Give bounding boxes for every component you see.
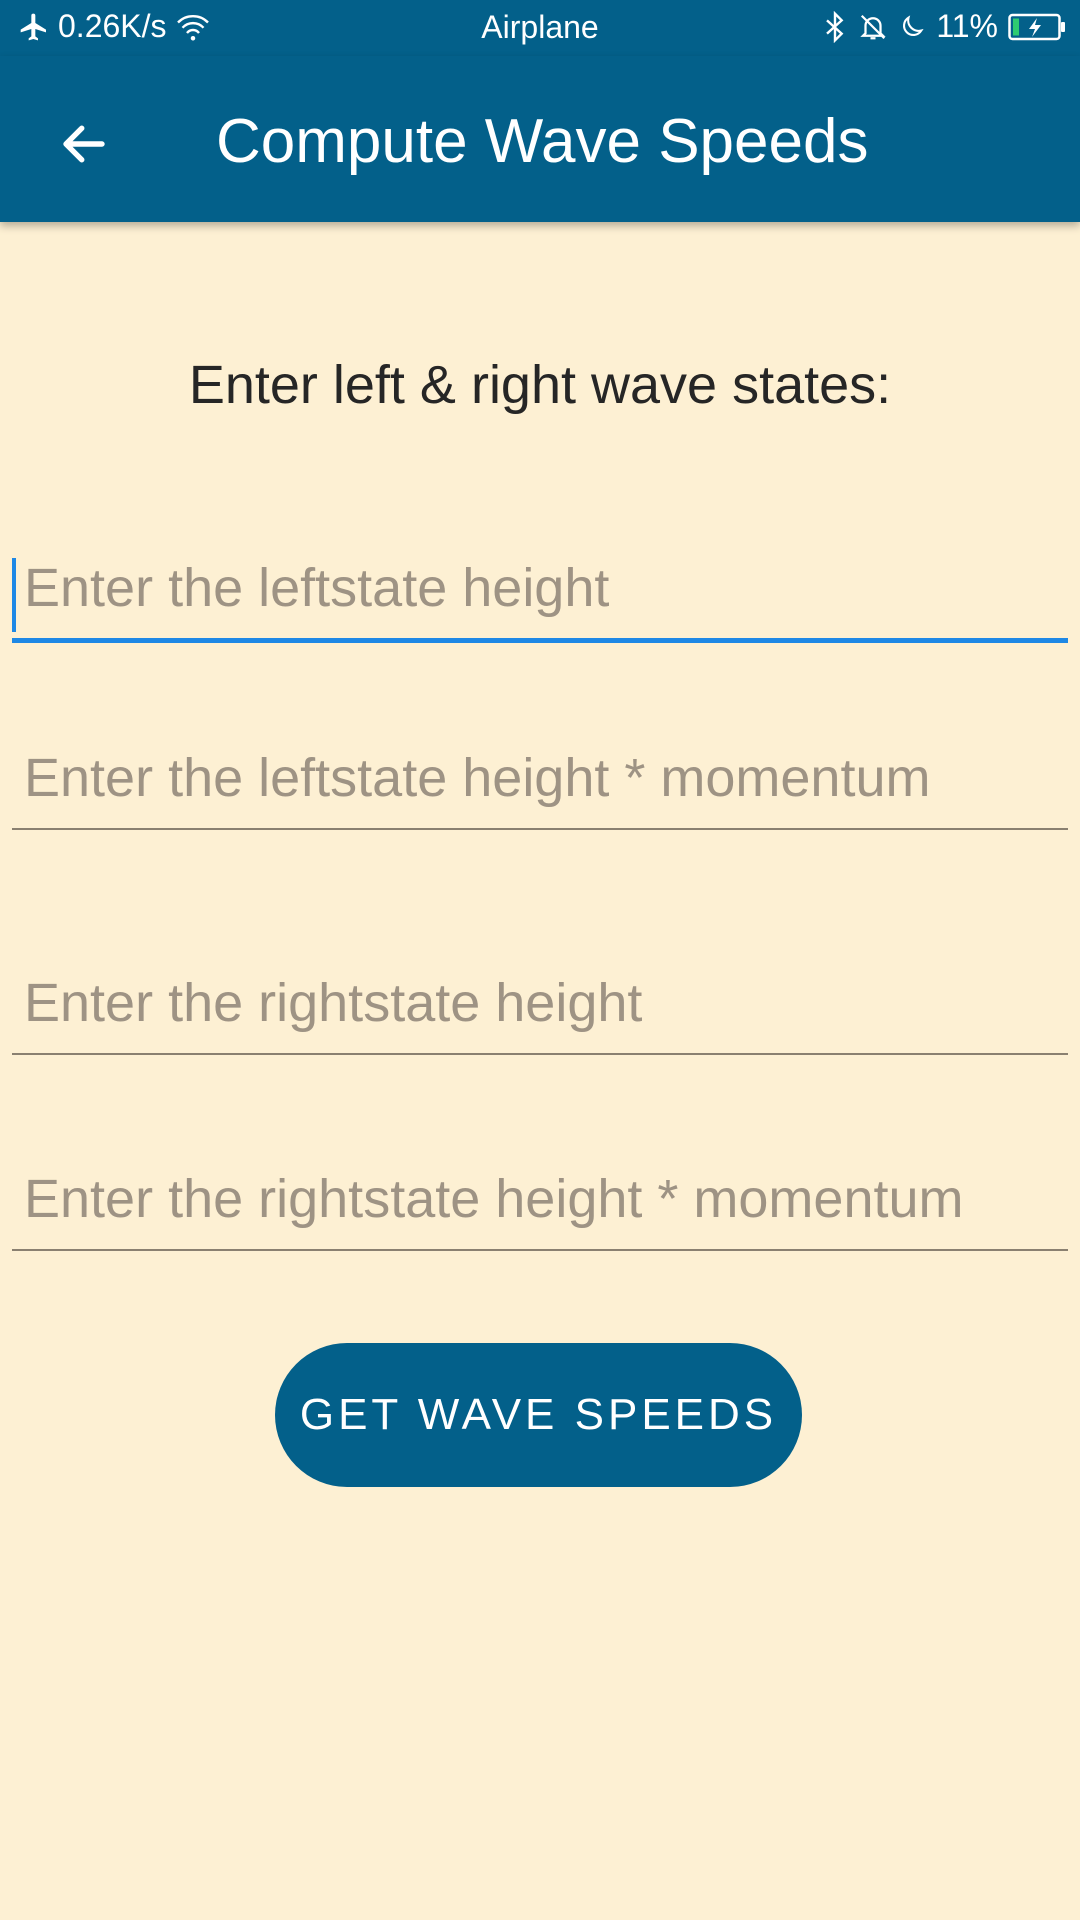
rightstate-momentum-field [12,1149,1068,1251]
field-underline [12,1249,1068,1251]
leftstate-momentum-field [12,728,1068,830]
rightstate-momentum-input[interactable] [12,1149,1068,1249]
page-title: Compute Wave Speeds [216,107,869,176]
leftstate-momentum-input[interactable] [12,728,1068,828]
field-underline [12,638,1068,643]
app-bar: Compute Wave Speeds [0,56,1080,222]
field-underline [12,1053,1068,1055]
battery-charging-icon [1008,12,1066,42]
leftstate-height-field [12,538,1068,643]
field-underline [12,828,1068,830]
rightstate-height-field [12,953,1068,1055]
text-cursor [12,558,16,632]
rightstate-height-input[interactable] [12,953,1068,1053]
get-wave-speeds-button[interactable]: GET WAVE SPEEDS [275,1343,802,1487]
back-button[interactable] [36,98,132,194]
status-right: 11% [822,8,1066,45]
arrow-back-icon [57,117,111,176]
moon-icon [898,11,926,43]
bluetooth-icon [822,10,848,43]
bell-muted-icon [858,11,888,43]
form-prompt: Enter left & right wave states: [188,355,892,415]
battery-percent: 11% [936,8,998,44]
leftstate-height-input[interactable] [12,538,1068,638]
status-bar: 0.26K/s Airplane 11% [0,0,1080,56]
